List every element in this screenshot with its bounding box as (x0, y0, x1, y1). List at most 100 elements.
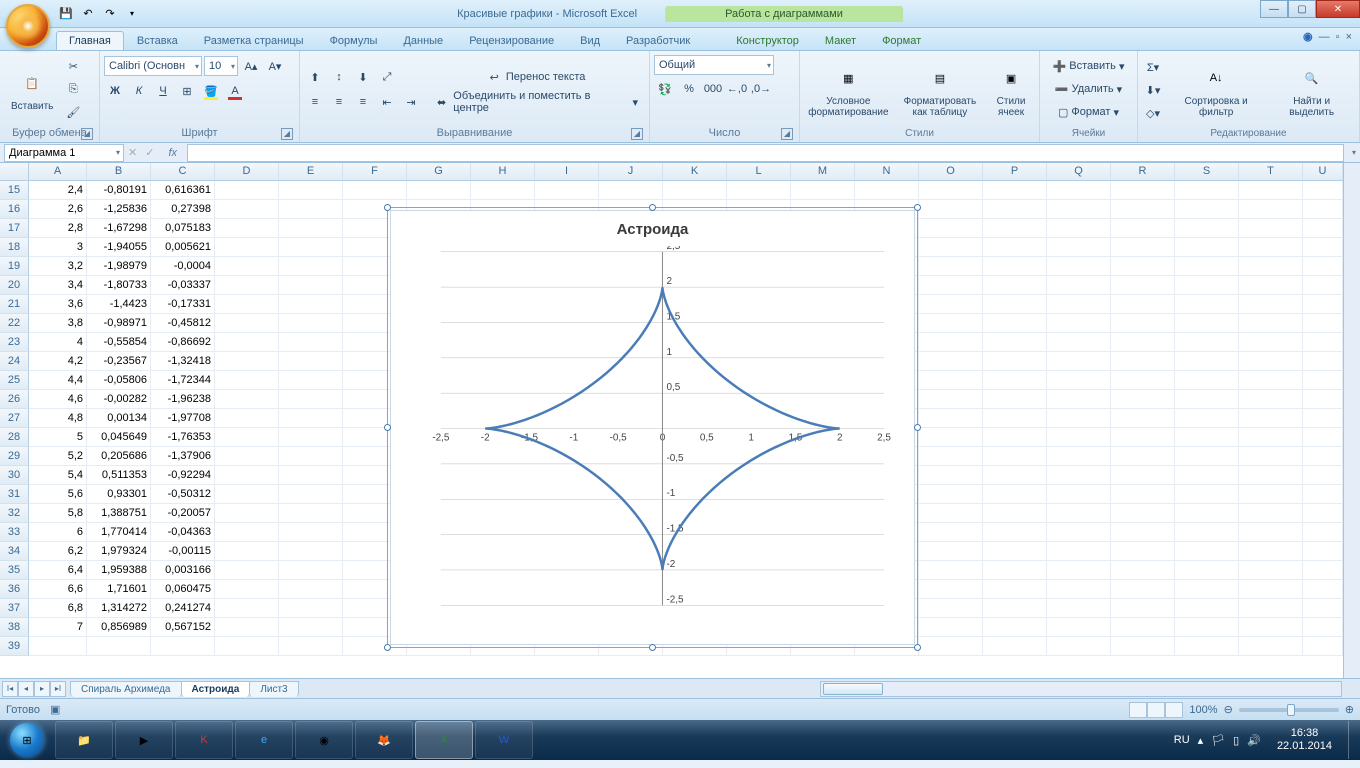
cell[interactable] (279, 219, 343, 238)
cell[interactable] (279, 599, 343, 618)
cell[interactable] (983, 219, 1047, 238)
cell[interactable] (215, 542, 279, 561)
cell[interactable] (919, 257, 983, 276)
cell[interactable]: 3,2 (29, 257, 87, 276)
chart-plot-area[interactable]: -2,5-2-1,5-1-0,50,511,522,5-2,5-2-1,5-1-… (411, 246, 894, 626)
cell[interactable] (1239, 561, 1303, 580)
cell[interactable] (215, 181, 279, 200)
task-chrome[interactable]: ◉ (295, 721, 353, 759)
chart-title[interactable]: Астроида (391, 211, 914, 242)
cell[interactable] (919, 219, 983, 238)
cell[interactable] (1111, 295, 1175, 314)
cell[interactable] (1175, 637, 1239, 656)
cell[interactable] (983, 295, 1047, 314)
cell[interactable] (1175, 276, 1239, 295)
cell[interactable] (279, 390, 343, 409)
cell[interactable] (1047, 599, 1111, 618)
cell[interactable]: -0,05806 (87, 371, 151, 390)
cell[interactable] (1303, 219, 1343, 238)
cell[interactable] (1111, 276, 1175, 295)
cell[interactable] (215, 276, 279, 295)
cell[interactable] (919, 295, 983, 314)
cell[interactable] (407, 181, 471, 200)
tab-Конструктор[interactable]: Конструктор (723, 31, 812, 50)
col-header-T[interactable]: T (1239, 163, 1303, 180)
cell[interactable]: -0,98971 (87, 314, 151, 333)
percent-icon[interactable]: % (678, 78, 700, 100)
orientation-icon[interactable]: ⤢ (376, 66, 398, 88)
vertical-scrollbar[interactable] (1343, 163, 1360, 678)
cell[interactable]: 7 (29, 618, 87, 637)
cell[interactable] (919, 447, 983, 466)
cell[interactable]: 4 (29, 333, 87, 352)
cell[interactable] (727, 181, 791, 200)
cell[interactable] (215, 219, 279, 238)
zoom-level[interactable]: 100% (1189, 704, 1217, 716)
cell[interactable] (1175, 485, 1239, 504)
cell[interactable] (279, 352, 343, 371)
col-header-M[interactable]: M (791, 163, 855, 180)
cell[interactable]: 0,060475 (151, 580, 215, 599)
cell[interactable]: 6 (29, 523, 87, 542)
cell[interactable]: 0,00134 (87, 409, 151, 428)
task-firefox[interactable]: 🦊 (355, 721, 413, 759)
cell[interactable]: 2,4 (29, 181, 87, 200)
cell[interactable] (1175, 504, 1239, 523)
cell[interactable] (919, 428, 983, 447)
align-bottom-icon[interactable]: ⬇ (352, 66, 374, 88)
cell[interactable] (1111, 181, 1175, 200)
row-header[interactable]: 29 (0, 447, 29, 466)
cell[interactable]: -0,80191 (87, 181, 151, 200)
cell[interactable] (1239, 523, 1303, 542)
col-header-Q[interactable]: Q (1047, 163, 1111, 180)
cell[interactable] (215, 523, 279, 542)
cell[interactable] (1047, 257, 1111, 276)
undo-icon[interactable]: ↶ (78, 4, 98, 24)
cell[interactable] (919, 637, 983, 656)
sheet-nav-last-icon[interactable]: ▸I (50, 681, 66, 697)
cell[interactable] (279, 542, 343, 561)
cell[interactable] (215, 618, 279, 637)
cell[interactable] (1303, 390, 1343, 409)
col-header-H[interactable]: H (471, 163, 535, 180)
format-painter-icon[interactable]: 🖌 (62, 102, 84, 124)
cell[interactable] (1239, 618, 1303, 637)
align-right-icon[interactable]: ≡ (352, 91, 374, 113)
maximize-button[interactable]: ▢ (1288, 0, 1316, 18)
cell[interactable]: -0,00115 (151, 542, 215, 561)
cell[interactable] (1175, 561, 1239, 580)
cell[interactable]: -1,37906 (151, 447, 215, 466)
row-header[interactable]: 31 (0, 485, 29, 504)
cell[interactable]: 5,2 (29, 447, 87, 466)
col-header-U[interactable]: U (1303, 163, 1343, 180)
col-header-J[interactable]: J (599, 163, 663, 180)
cell[interactable]: 4,4 (29, 371, 87, 390)
cell[interactable] (279, 561, 343, 580)
cell[interactable] (215, 428, 279, 447)
sheet-tab[interactable]: Астроида (181, 681, 251, 697)
cell[interactable] (1239, 333, 1303, 352)
expand-formula-icon[interactable]: ▾ (1348, 148, 1360, 157)
cell[interactable] (1047, 428, 1111, 447)
cell[interactable] (1047, 219, 1111, 238)
cell[interactable] (983, 181, 1047, 200)
cell[interactable]: 0,005621 (151, 238, 215, 257)
cell[interactable] (983, 523, 1047, 542)
cell[interactable] (1111, 409, 1175, 428)
cell[interactable] (1303, 257, 1343, 276)
cell[interactable] (1239, 238, 1303, 257)
cell[interactable] (1047, 238, 1111, 257)
sort-filter-button[interactable]: А↓Сортировка и фильтр (1166, 59, 1266, 121)
cell[interactable] (1175, 580, 1239, 599)
cell[interactable] (1111, 371, 1175, 390)
cell[interactable] (279, 485, 343, 504)
cell[interactable] (1111, 447, 1175, 466)
cell[interactable]: 0,511353 (87, 466, 151, 485)
cell[interactable]: -1,98979 (87, 257, 151, 276)
cell[interactable] (1175, 200, 1239, 219)
cell[interactable] (279, 637, 343, 656)
cell-styles-button[interactable]: ▣Стили ячеек (987, 59, 1035, 121)
row-header[interactable]: 19 (0, 257, 29, 276)
cell[interactable] (983, 200, 1047, 219)
cell[interactable]: -1,72344 (151, 371, 215, 390)
